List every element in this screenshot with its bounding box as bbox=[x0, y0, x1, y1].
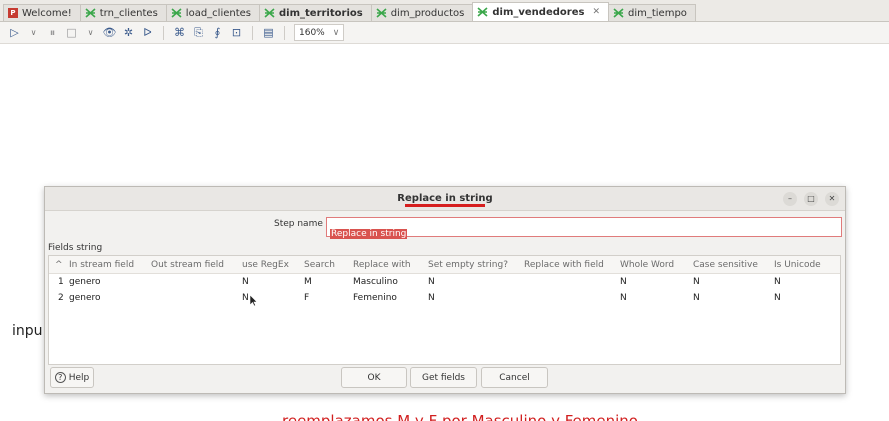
tab-label: dim_territorios bbox=[279, 7, 363, 19]
cell-case-sensitive[interactable]: N bbox=[693, 277, 700, 287]
transformation-toolbar: ▷ ∨ ⏸ □ ∨ 👁 ✲ ᐅ ⌘ ⎘ ∮ ⊡ ▤ 160% ∨ bbox=[0, 22, 889, 44]
cell-is-unicode[interactable]: N bbox=[774, 293, 781, 303]
cell-set-empty-string[interactable]: N bbox=[428, 293, 435, 303]
column-header[interactable]: Replace with bbox=[353, 260, 411, 270]
close-icon[interactable]: ✕ bbox=[825, 192, 839, 206]
step-name-value: Replace in string bbox=[330, 229, 408, 239]
editor-tab-bar: P Welcome! trn_clientes load_clientes di… bbox=[0, 0, 889, 22]
pause-icon[interactable]: ⏸ bbox=[46, 26, 59, 39]
zoom-select[interactable]: 160% ∨ bbox=[294, 24, 345, 41]
column-header[interactable]: Whole Word bbox=[620, 260, 674, 270]
column-header[interactable]: ^ bbox=[55, 260, 63, 270]
cell-set-empty-string[interactable]: N bbox=[428, 277, 435, 287]
get-fields-button[interactable]: Get fields bbox=[410, 367, 477, 388]
row-number: 1 bbox=[58, 277, 64, 287]
ok-button[interactable]: OK bbox=[341, 367, 407, 388]
tab-label: Welcome! bbox=[22, 7, 72, 19]
cell-use-regex[interactable]: N bbox=[242, 293, 249, 303]
minimize-icon[interactable]: – bbox=[783, 192, 797, 206]
replay-icon[interactable]: ᐅ bbox=[141, 26, 154, 39]
tab-label: dim_tiempo bbox=[627, 7, 687, 19]
cell-whole-word[interactable]: N bbox=[620, 277, 627, 287]
table-row[interactable]: 2 genero N F Femenino N N N N bbox=[49, 291, 840, 306]
verify-icon[interactable]: ⌘ bbox=[173, 26, 186, 39]
cancel-button[interactable]: Cancel bbox=[481, 367, 548, 388]
preview-icon[interactable]: 👁 bbox=[103, 26, 117, 39]
table-header: ^ In stream field Out stream field use R… bbox=[49, 256, 840, 274]
row-number: 2 bbox=[58, 293, 64, 303]
fields-table[interactable]: ^ In stream field Out stream field use R… bbox=[48, 255, 841, 421]
dialog-title-bar: Replace in string – □ ✕ bbox=[45, 187, 845, 211]
cell-replace-with[interactable]: Masculino bbox=[353, 277, 398, 287]
cell-case-sensitive[interactable]: N bbox=[693, 293, 700, 303]
tab-load-clientes[interactable]: load_clientes bbox=[165, 4, 260, 21]
cell-replace-with[interactable]: Femenino bbox=[353, 293, 397, 303]
help-button[interactable]: ? Help bbox=[50, 367, 94, 388]
tab-label: dim_vendedores bbox=[492, 6, 585, 18]
show-results-icon[interactable]: ▤ bbox=[262, 26, 275, 39]
transformation-icon bbox=[264, 8, 275, 18]
tab-label: trn_clientes bbox=[99, 7, 158, 19]
column-header[interactable]: Set empty string? bbox=[428, 260, 508, 270]
mouse-cursor-icon bbox=[250, 295, 258, 307]
toolbar-divider bbox=[252, 25, 253, 40]
help-icon: ? bbox=[54, 372, 66, 383]
chevron-down-icon: ∨ bbox=[332, 27, 340, 38]
zoom-value: 160% bbox=[299, 27, 325, 38]
dialog-title: Replace in string bbox=[397, 193, 493, 204]
column-header[interactable]: Replace with field bbox=[524, 260, 604, 270]
sql-icon[interactable]: ∮ bbox=[211, 26, 224, 39]
tab-trn-clientes[interactable]: trn_clientes bbox=[79, 4, 167, 21]
fields-string-label: Fields string bbox=[48, 243, 103, 253]
column-header[interactable]: Search bbox=[304, 260, 335, 270]
tab-welcome[interactable]: P Welcome! bbox=[3, 4, 81, 21]
step-name-label: Step name bbox=[274, 219, 323, 229]
app-window: P Welcome! trn_clientes load_clientes di… bbox=[0, 0, 889, 421]
cell-search[interactable]: F bbox=[304, 293, 309, 303]
close-icon[interactable]: ✕ bbox=[592, 7, 600, 17]
help-label: Help bbox=[68, 372, 90, 383]
annotation-text: reemplazamos M y F por Masculino y Femen… bbox=[282, 412, 638, 421]
column-header[interactable]: use RegEx bbox=[242, 260, 289, 270]
tab-dim-vendedores[interactable]: dim_vendedores ✕ bbox=[472, 2, 609, 21]
toolbar-divider bbox=[163, 25, 164, 40]
run-icon[interactable]: ▷ bbox=[8, 26, 21, 39]
impact-icon[interactable]: ⎘ bbox=[192, 26, 205, 39]
transformation-icon bbox=[477, 7, 488, 17]
cell-use-regex[interactable]: N bbox=[242, 277, 249, 287]
table-row[interactable]: 1 genero N M Masculino N N N N bbox=[49, 275, 840, 290]
tab-label: dim_productos bbox=[390, 7, 465, 19]
step-name-input[interactable]: Replace in string bbox=[326, 217, 842, 239]
toolbar-divider bbox=[284, 25, 285, 40]
tab-dim-productos[interactable]: dim_productos bbox=[370, 4, 474, 21]
maximize-icon[interactable]: □ bbox=[804, 192, 818, 206]
title-underline bbox=[405, 204, 485, 207]
tab-dim-territorios[interactable]: dim_territorios bbox=[259, 4, 372, 21]
transformation-icon bbox=[85, 8, 96, 18]
stop-icon[interactable]: □ bbox=[65, 26, 78, 39]
column-header[interactable]: Out stream field bbox=[151, 260, 224, 270]
transformation-icon bbox=[376, 8, 387, 18]
canvas-step-label: inpu bbox=[12, 323, 43, 339]
explore-db-icon[interactable]: ⊡ bbox=[230, 26, 243, 39]
column-header[interactable]: Case sensitive bbox=[693, 260, 758, 270]
cell-search[interactable]: M bbox=[304, 277, 312, 287]
cell-in-stream-field[interactable]: genero bbox=[69, 277, 101, 287]
welcome-icon: P bbox=[8, 8, 18, 18]
stop-dropdown-icon[interactable]: ∨ bbox=[84, 26, 97, 39]
tab-label: load_clientes bbox=[185, 7, 251, 19]
column-header[interactable]: In stream field bbox=[69, 260, 134, 270]
column-header[interactable]: Is Unicode bbox=[774, 260, 821, 270]
tab-dim-tiempo[interactable]: dim_tiempo bbox=[607, 4, 696, 21]
cell-in-stream-field[interactable]: genero bbox=[69, 293, 101, 303]
run-dropdown-icon[interactable]: ∨ bbox=[27, 26, 40, 39]
replace-in-string-dialog: Replace in string – □ ✕ Step name Replac… bbox=[44, 186, 846, 421]
transformation-icon bbox=[171, 8, 182, 18]
cell-is-unicode[interactable]: N bbox=[774, 277, 781, 287]
debug-icon[interactable]: ✲ bbox=[122, 26, 135, 39]
transformation-icon bbox=[613, 8, 624, 18]
cell-whole-word[interactable]: N bbox=[620, 293, 627, 303]
